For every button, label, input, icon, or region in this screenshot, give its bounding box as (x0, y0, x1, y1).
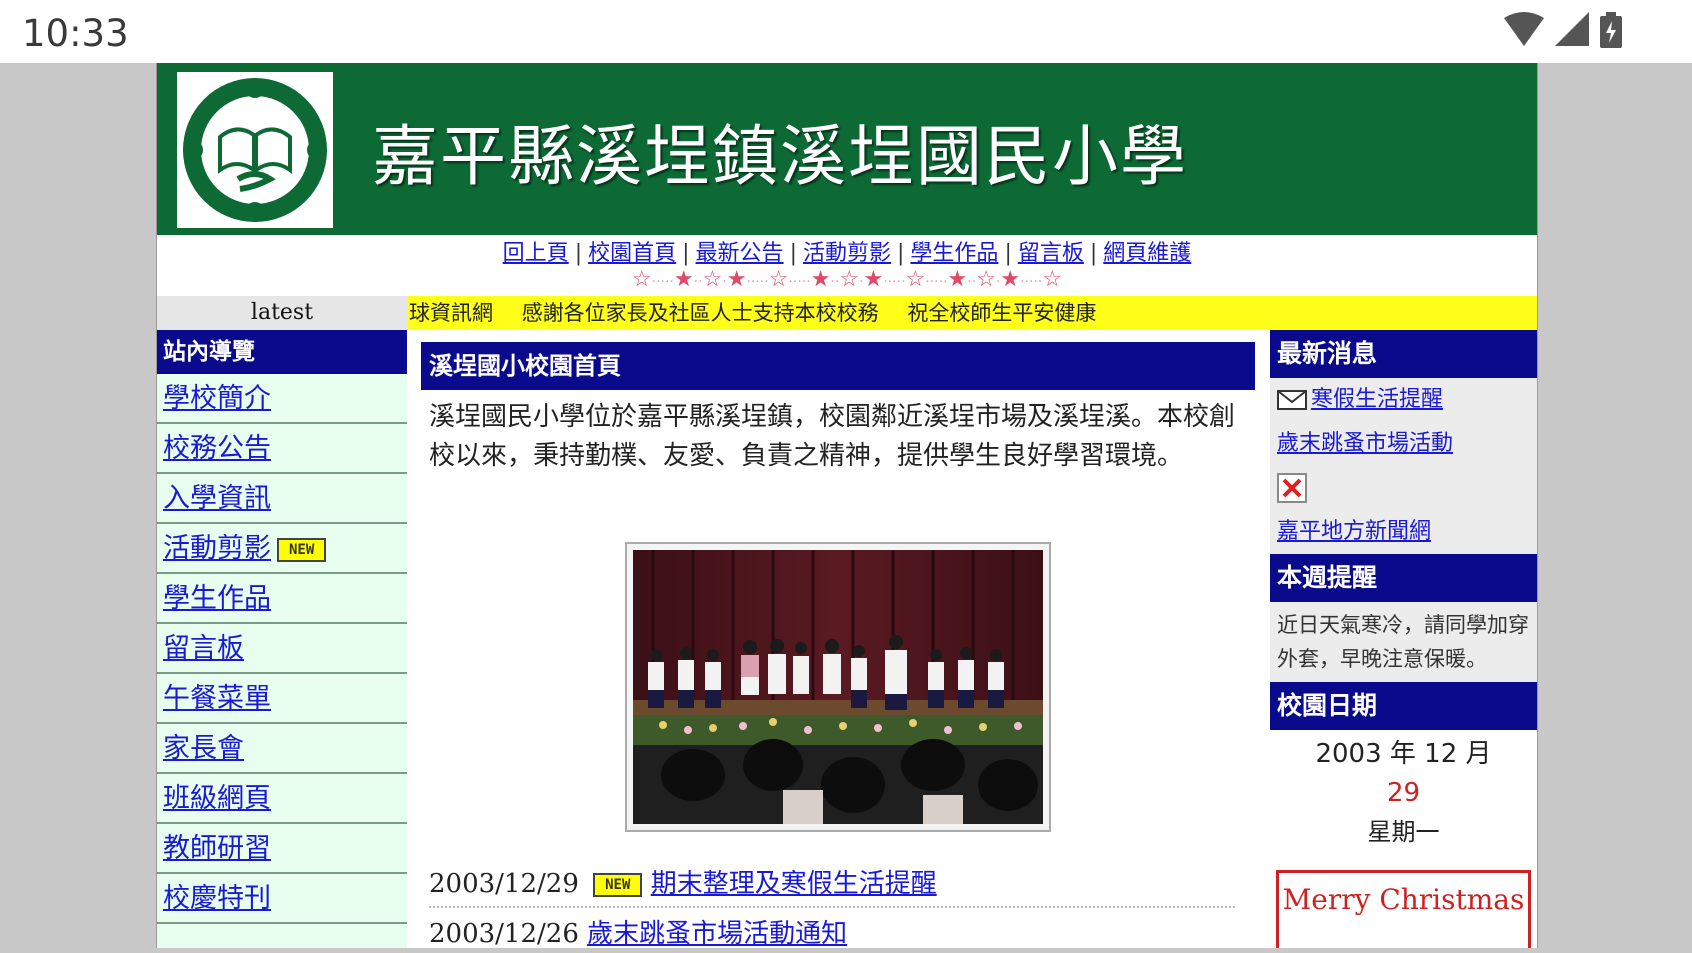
sidebar-item-student-works: 學生作品 (157, 574, 407, 624)
sidebar-link[interactable]: 留言板 (163, 633, 244, 664)
ceremony-photo-icon (633, 550, 1043, 824)
christmas-greeting: Merry Christmas (1276, 870, 1531, 948)
nav-link-guestbook[interactable]: 留言板 (1018, 241, 1084, 266)
right-column: 最新消息 寒假生活提醒 歲末跳蚤市場活動 嘉平地方新聞網 本週提醒 近日天氣寒冷… (1270, 330, 1537, 948)
news-item: 2003/12/29 NEW 期末整理及寒假生活提醒 (429, 862, 1235, 908)
nav-link-back[interactable]: 回上頁 (503, 241, 569, 266)
sidebar-link[interactable]: 校務公告 (163, 433, 271, 464)
sidebar-title: 站內導覽 (157, 330, 407, 374)
sidebar-item-about: 學校簡介 (157, 374, 407, 424)
sidebar-link[interactable]: 班級網頁 (163, 783, 271, 814)
sidebar-navigation: 站內導覽 學校簡介 校務公告 入學資訊 活動剪影 NEW 學生作品 留言板 午餐菜… (157, 330, 407, 948)
news-item: 2003/12/26 歲末跳蚤市場活動通知 (429, 912, 1235, 948)
sidebar-link[interactable]: 入學資訊 (163, 483, 271, 514)
date-year-month: 2003 年 12 月 (1315, 739, 1492, 769)
featured-photo (625, 542, 1051, 832)
sidebar-item-anniversary: 校慶特刊 (157, 874, 407, 924)
school-banner: 嘉平縣溪埕鎮溪埕國民小學 (157, 63, 1537, 235)
ticker-item: 祝全校師生平安健康 (907, 301, 1097, 325)
sidebar-item-teacher-training: 教師研習 (157, 824, 407, 874)
broken-image-icon (1277, 473, 1307, 503)
wifi-icon (1503, 12, 1544, 46)
ticker-item: 球資訊網 (409, 301, 493, 325)
nav-link-activities[interactable]: 活動剪影 (803, 241, 891, 266)
latest-news-item: 寒假生活提醒 (1270, 378, 1537, 422)
sidebar-item-lunch-menu: 午餐菜單 (157, 674, 407, 724)
status-clock: 10:33 (22, 12, 129, 55)
school-logo (177, 72, 333, 228)
sidebar-link[interactable]: 教師研習 (163, 833, 271, 864)
stage-photo (633, 550, 1043, 824)
news-link[interactable]: 期末整理及寒假生活提醒 (651, 869, 937, 899)
nav-link-home[interactable]: 校園首頁 (588, 241, 676, 266)
main-heading: 溪埕國小校園首頁 (421, 342, 1255, 390)
marquee-ticker: 球資訊網 感謝各位家長及社區人士支持本校校務 祝全校師生平安健康 (407, 296, 1537, 330)
date-day: 29 (1386, 778, 1421, 808)
latest-news-title: 最新消息 (1270, 330, 1537, 378)
sidebar-link[interactable]: 學生作品 (163, 583, 271, 614)
nav-link-student-works[interactable]: 學生作品 (910, 241, 998, 266)
main-content: 溪埕國小校園首頁 溪埕國民小學位於嘉平縣溪埕鎮，校園鄰近溪埕市場及溪埕溪。本校創… (407, 330, 1255, 948)
star-divider-icon: ☆·····★··☆·★·····☆·····★··☆·★·····☆·····… (631, 267, 1063, 292)
sidebar-item-pta: 家長會 (157, 724, 407, 774)
date-weekday: 星期一 (1367, 818, 1440, 846)
sidebar-item-admissions: 入學資訊 (157, 474, 407, 524)
new-badge: NEW (277, 537, 327, 562)
sidebar-link[interactable]: 活動剪影 (163, 533, 271, 564)
news-date: 2003/12/29 (429, 869, 579, 899)
ticker-label: latest (157, 296, 407, 330)
latest-news-link[interactable]: 歲末跳蚤市場活動 (1277, 431, 1453, 456)
top-navigation: 回上頁 | 校園首頁 | 最新公告 | 活動剪影 | 學生作品 | 留言板 | 網頁維護 (502, 241, 1192, 266)
web-page: 嘉平縣溪埕鎮溪埕國民小學 回上頁 | 校園首頁 | 最新公告 | 活動剪影 | 學生作品 | 留言板… (156, 63, 1538, 948)
sidebar-link[interactable]: 學校簡介 (163, 383, 271, 414)
weekly-reminder-text: 近日天氣寒冷，請同學加穿外套，早晚注意保暖。 (1277, 613, 1529, 671)
sidebar-item-activities: 活動剪影 NEW (157, 524, 407, 574)
news-link[interactable]: 歲末跳蚤市場活動通知 (587, 919, 847, 948)
campus-date: 2003 年 12 月 29 星期一 Merry Christmas (1270, 730, 1537, 948)
school-title: 嘉平縣溪埕鎮溪埕國民小學 (372, 118, 1188, 195)
signal-icon (1554, 12, 1589, 46)
school-emblem-icon (183, 78, 327, 222)
sidebar-link[interactable]: 校慶特刊 (163, 883, 271, 914)
nav-link-maintenance[interactable]: 網頁維護 (1103, 241, 1191, 266)
battery-icon (1600, 12, 1622, 48)
envelope-icon (1277, 390, 1307, 410)
sidebar-item-class-pages: 班級網頁 (157, 774, 407, 824)
latest-news-item: 歲末跳蚤市場活動 (1270, 422, 1537, 466)
nav-link-announcements[interactable]: 最新公告 (696, 241, 784, 266)
sidebar-item-notices: 校務公告 (157, 424, 407, 474)
status-bar: 10:33 (0, 0, 1692, 63)
campus-date-title: 校園日期 (1270, 682, 1537, 730)
news-date: 2003/12/26 (429, 919, 579, 948)
new-badge: NEW (593, 873, 643, 897)
ticker-row: latest 球資訊網 感謝各位家長及社區人士支持本校校務 祝全校師生平安健康 (157, 296, 1537, 330)
news-site-link[interactable]: 嘉平地方新聞網 (1277, 519, 1431, 544)
sidebar-link[interactable]: 午餐菜單 (163, 683, 271, 714)
broken-image (1270, 466, 1537, 510)
intro-text: 溪埕國民小學位於嘉平縣溪埕鎮，校園鄰近溪埕市場及溪埕溪。本校創校以來，秉持勤樸、… (429, 402, 1236, 471)
news-site-item: 嘉平地方新聞網 (1270, 510, 1537, 554)
sidebar-item-guestbook: 留言板 (157, 624, 407, 674)
sidebar-link[interactable]: 家長會 (163, 733, 244, 764)
ticker-item: 感謝各位家長及社區人士支持本校校務 (521, 301, 879, 325)
system-icons (1498, 12, 1622, 48)
latest-news-link[interactable]: 寒假生活提醒 (1311, 387, 1443, 412)
weekly-reminder-title: 本週提醒 (1270, 554, 1537, 602)
